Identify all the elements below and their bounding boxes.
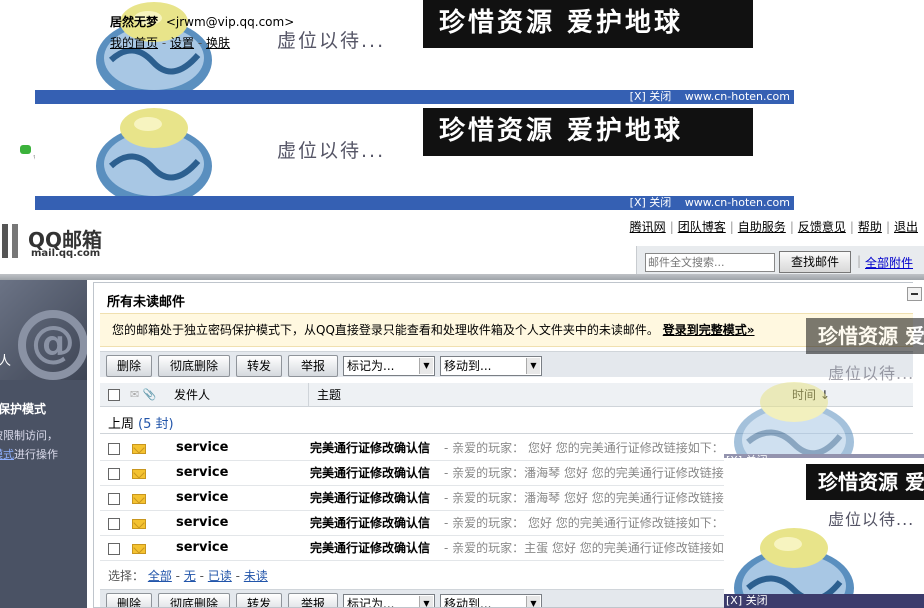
row-subject[interactable]: 完美通行证修改确认信 <box>310 486 430 510</box>
chevron-down-icon: ▼ <box>526 358 540 374</box>
ad-close-button[interactable]: [X] 关闭 <box>724 594 924 608</box>
envelope-attachment-header-icon: ✉ 📎 <box>130 388 157 401</box>
subject-column-header[interactable]: 主题 <box>308 383 341 407</box>
forward-button[interactable]: 转发 <box>236 593 282 607</box>
report-button[interactable]: 举报 <box>288 593 338 607</box>
row-subject[interactable]: 完美通行证修改确认信 <box>310 461 430 485</box>
user-nickname: 居然无梦 <box>110 15 159 29</box>
ad-close-button[interactable]: [X] 关闭 <box>630 90 672 103</box>
chat-bubble-icon[interactable] <box>20 145 31 154</box>
ad-slogan: 珍惜资源 爱护地球 <box>806 318 924 354</box>
select-all-checkbox[interactable] <box>108 389 120 401</box>
row-summary: - 亲爱的玩家：潘海琴 您好 您的完美通行证修改链接 <box>444 466 724 480</box>
row-sender: service <box>176 465 229 480</box>
sidebar-person: 人 <box>0 354 12 369</box>
sender-column-header[interactable]: 发件人 <box>174 383 210 407</box>
logo-domain: mail.qq.com <box>31 248 101 259</box>
group-last-week: 上周 (5 封) <box>108 417 174 432</box>
delete-forever-button[interactable]: 彻底删除 <box>158 355 230 377</box>
row-subject[interactable]: 完美通行证修改确认信 <box>310 536 430 560</box>
row-checkbox[interactable] <box>108 543 120 555</box>
row-summary: - 亲爱的玩家：主蛋 您好 您的完美通行证修改链接如 <box>444 541 724 555</box>
ad-footer-bar: [X] 关闭 www.cn-hoten.com <box>35 90 794 104</box>
chevron-down-icon: ▼ <box>526 596 540 607</box>
nav-help[interactable]: 帮助 <box>858 220 882 234</box>
search-button[interactable]: 查找邮件 <box>779 251 851 273</box>
unread-envelope-icon <box>132 544 146 554</box>
select-read-link[interactable]: 已读 <box>208 569 232 583</box>
ad-float-right-2[interactable]: 珍惜资源 爱护地球 虚位以待... [X] 关闭 <box>724 458 924 608</box>
mark-as-select[interactable]: 标记为... ▼ <box>343 594 435 607</box>
ad-banner-second[interactable]: 虚位以待... 珍惜资源 爱护地球 [X] 关闭 www.cn-hoten.co… <box>35 106 794 210</box>
ad-slogan: 珍惜资源 爱护地球 <box>423 108 753 156</box>
page-title: 所有未读邮件 <box>107 295 186 310</box>
ad-slogan: 珍惜资源 爱护地球 <box>423 0 753 48</box>
select-bar: 选择： 全部 - 无 - 已读 - 未读 <box>108 569 268 583</box>
ad-site-link[interactable]: www.cn-hoten.com <box>685 196 790 209</box>
change-skin-link[interactable]: 换肤 <box>206 36 230 50</box>
row-checkbox[interactable] <box>108 518 120 530</box>
settings-link[interactable]: 设置 <box>170 36 194 50</box>
chevron-down-icon: ▼ <box>419 596 433 607</box>
unread-envelope-icon <box>132 494 146 504</box>
my-home-link[interactable]: 我的首页 <box>110 36 158 50</box>
ad-slogan: 珍惜资源 爱护地球 <box>806 464 924 500</box>
nav-logout[interactable]: 退出 <box>894 220 918 234</box>
select-none-link[interactable]: 无 <box>184 569 196 583</box>
all-attachments-link[interactable]: 全部附件 <box>865 254 913 271</box>
search-input[interactable] <box>645 253 775 272</box>
row-sender: service <box>176 440 229 455</box>
nav-team-blog[interactable]: 团队博客 <box>678 220 726 234</box>
row-subject[interactable]: 完美通行证修改确认信 <box>310 436 430 460</box>
apple-globe-image <box>96 108 212 196</box>
select-unread-link[interactable]: 未读 <box>244 569 268 583</box>
at-sign-icon: @ <box>18 310 87 380</box>
sidebar-description: 被限制访问， 模式进行操作 <box>0 426 58 464</box>
row-sender: service <box>176 515 229 530</box>
ad-footer-bar: [X] 关闭 www.cn-hoten.com <box>35 196 794 210</box>
unread-envelope-icon <box>132 469 146 479</box>
row-subject[interactable]: 完美通行证修改确认信 <box>310 511 430 535</box>
nav-self-service[interactable]: 自助服务 <box>738 220 786 234</box>
sidebar-mode-link[interactable]: 模式 <box>0 448 14 461</box>
row-checkbox[interactable] <box>108 493 120 505</box>
minimize-icon[interactable] <box>907 287 922 301</box>
row-checkbox[interactable] <box>108 468 120 480</box>
move-to-select[interactable]: 移动到... ▼ <box>440 594 542 607</box>
search-bar: 查找邮件 | 全部附件 <box>636 246 924 276</box>
user-links: 我的首页 - 设置 - 换肤 <box>110 36 231 50</box>
row-summary: - 亲爱的玩家： 您好 您的完美通行证修改链接如下： <box>444 516 724 530</box>
sidebar: @ 人 保护模式 被限制访问， 模式进行操作 <box>0 280 87 608</box>
move-to-select[interactable]: 移动到... ▼ <box>440 356 542 376</box>
ad-site-link[interactable]: www.cn-hoten.com <box>685 90 790 103</box>
unread-envelope-icon <box>132 519 146 529</box>
group-count[interactable]: (5 封) <box>138 417 174 432</box>
ad-float-right-1[interactable]: 珍惜资源 爱护地球 虚位以待... [X] 关闭 <box>724 312 924 468</box>
logo-mark-icon <box>2 224 24 258</box>
unread-envelope-icon <box>132 444 146 454</box>
user-email: <jrwm@vip.qq.com> <box>165 15 295 29</box>
top-nav: 腾讯网 | 团队博客 | 自助服务 | 反馈意见 | 帮助 | 退出 <box>629 220 918 234</box>
user-info: 居然无梦 <jrwm@vip.qq.com> 我的首页 - 设置 - 换肤 <box>110 13 294 51</box>
row-sender: service <box>176 490 229 505</box>
nav-feedback[interactable]: 反馈意见 <box>798 220 846 234</box>
row-checkbox[interactable] <box>108 443 120 455</box>
nav-tencent[interactable]: 腾讯网 <box>630 220 666 234</box>
row-summary: - 亲爱的玩家： 您好 您的完美通行证修改链接如下： <box>444 441 724 455</box>
select-all-link[interactable]: 全部 <box>148 569 172 583</box>
row-sender: service <box>176 540 229 555</box>
delete-button[interactable]: 删除 <box>106 355 152 377</box>
mark-as-select[interactable]: 标记为... ▼ <box>343 356 435 376</box>
sidebar-title: 保护模式 <box>0 402 47 416</box>
row-summary: - 亲爱的玩家：潘海琴 您好 您的完美通行证修改链接 <box>444 491 724 505</box>
ad-vacant-text: 虚位以待... <box>277 140 386 162</box>
header-divider <box>0 274 924 280</box>
chevron-down-icon: ▼ <box>419 358 433 374</box>
forward-button[interactable]: 转发 <box>236 355 282 377</box>
delete-button[interactable]: 删除 <box>106 593 152 607</box>
report-button[interactable]: 举报 <box>288 355 338 377</box>
ad-close-button[interactable]: [X] 关闭 <box>630 196 672 209</box>
delete-forever-button[interactable]: 彻底删除 <box>158 593 230 607</box>
